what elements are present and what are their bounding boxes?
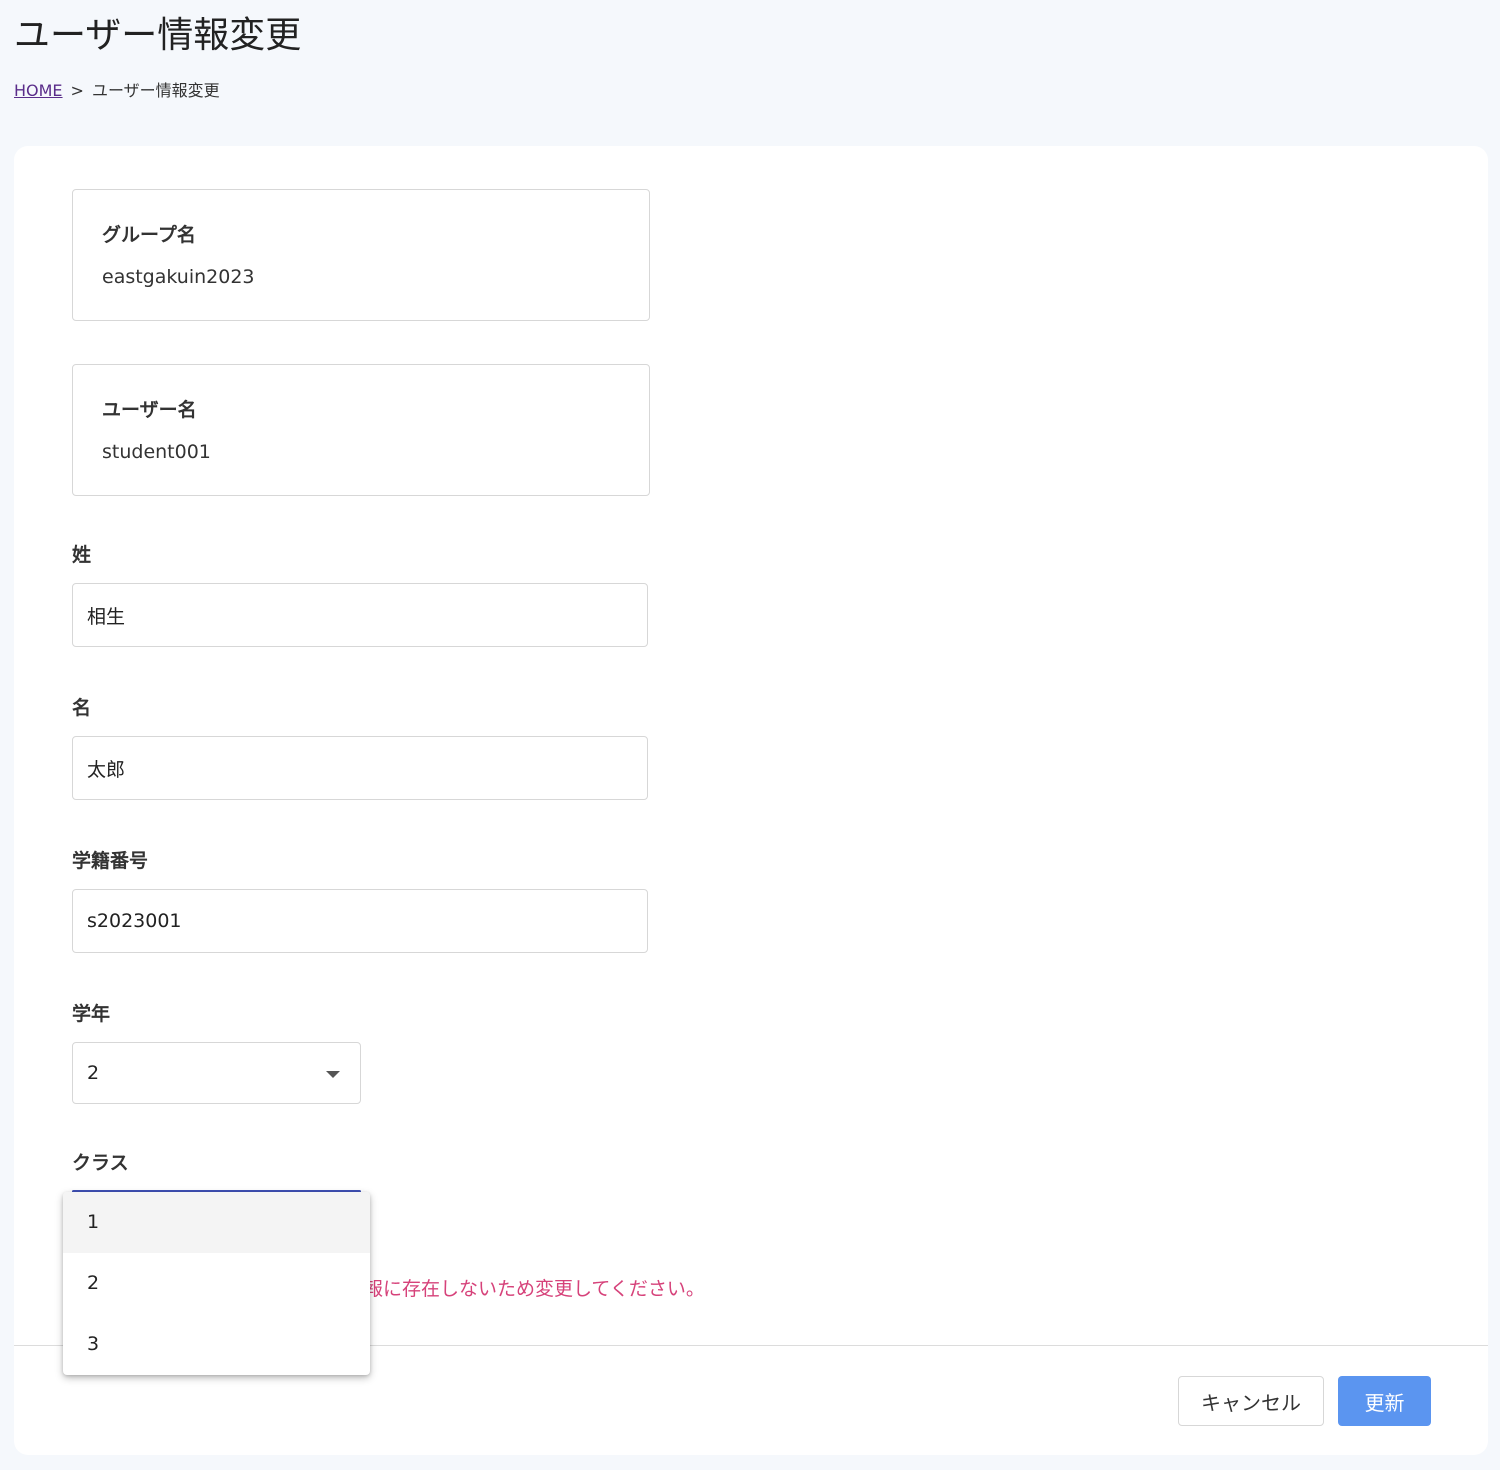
first-name-input[interactable]: [72, 736, 648, 800]
username-value: student001: [102, 441, 211, 463]
breadcrumb-home-link[interactable]: HOME: [14, 81, 63, 100]
last-name-input[interactable]: [72, 583, 648, 647]
last-name-label: 姓: [72, 544, 92, 566]
grade-label: 学年: [72, 1003, 111, 1025]
breadcrumb-separator: >: [70, 81, 84, 100]
grade-select[interactable]: 2: [72, 1042, 361, 1104]
chevron-down-icon: [326, 1071, 340, 1078]
group-name-label: グループ名: [102, 224, 196, 246]
group-name-box: グループ名 eastgakuin2023: [72, 189, 650, 321]
username-label: ユーザー名: [102, 399, 197, 421]
breadcrumb: HOME > ユーザー情報変更: [14, 77, 220, 101]
student-id-label: 学籍番号: [72, 850, 149, 872]
group-name-value: eastgakuin2023: [102, 266, 255, 288]
username-box: ユーザー名 student001: [72, 364, 650, 496]
cancel-button[interactable]: キャンセル: [1178, 1376, 1324, 1426]
class-option-1[interactable]: 1: [63, 1192, 370, 1253]
page-title: ユーザー情報変更: [14, 15, 302, 56]
class-option-2[interactable]: 2: [63, 1253, 370, 1314]
grade-select-value: 2: [87, 1062, 100, 1084]
error-message: 報に存在しないため変更してください。: [364, 1278, 705, 1300]
update-button[interactable]: 更新: [1338, 1376, 1431, 1426]
class-dropdown-menu: 1 2 3: [63, 1192, 370, 1375]
class-label: クラス: [72, 1152, 129, 1174]
breadcrumb-current: ユーザー情報変更: [91, 81, 220, 100]
first-name-label: 名: [72, 697, 92, 719]
class-option-3[interactable]: 3: [63, 1314, 370, 1375]
student-id-input[interactable]: [72, 889, 648, 953]
